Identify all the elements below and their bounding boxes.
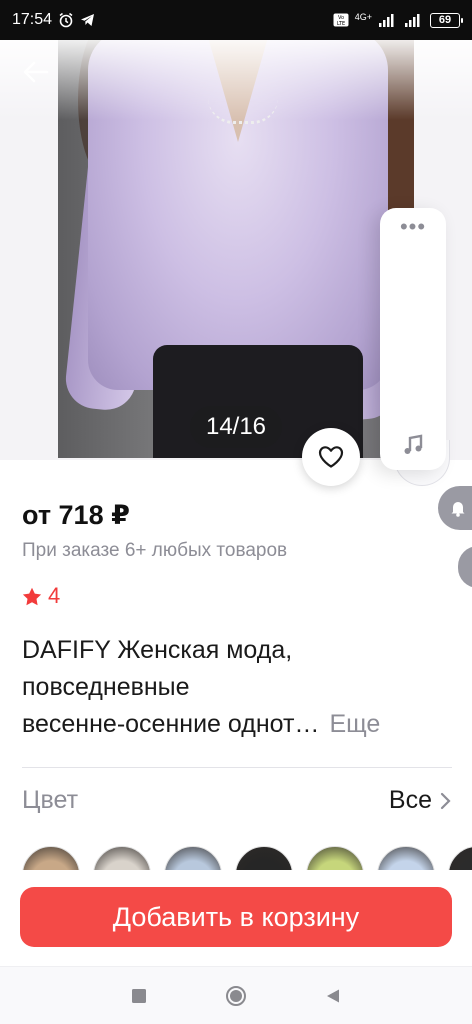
more-dots-icon[interactable]: ••• [380, 216, 446, 238]
rating-value: 4 [48, 583, 61, 608]
product-rating[interactable]: 4 [22, 583, 60, 609]
color-all-label: Все [388, 786, 432, 814]
title-line-3: весенне-осенние однот… Еще [22, 706, 452, 743]
battery-level: 69 [438, 14, 452, 26]
status-right: Vo LTE 4G+ 69 [333, 12, 463, 28]
support-float-button[interactable] [438, 486, 472, 530]
network-type: 4G+ [354, 12, 372, 22]
nav-square-icon [131, 988, 146, 1003]
system-nav-bar [0, 966, 472, 1024]
color-selector-header[interactable]: Цвет Все [22, 786, 452, 815]
title-line-3-text: весенне-осенние однот… [22, 710, 320, 738]
color-all-link[interactable]: Все [389, 786, 452, 815]
status-bar: 17:54 Vo LTE 4G+ 69 [0, 0, 472, 40]
add-to-cart-button[interactable]: Добавить в корзину [20, 887, 452, 947]
volte-icon: Vo LTE [333, 13, 349, 27]
nav-circle-icon [225, 985, 246, 1006]
secondary-float-button[interactable] [458, 546, 472, 588]
status-time: 17:54 [12, 11, 53, 28]
alarm-icon [58, 12, 74, 28]
signal-2-icon [404, 13, 424, 27]
product-price: от 718 ₽ [22, 500, 130, 530]
favorite-button[interactable] [302, 428, 360, 486]
status-left: 17:54 [12, 11, 95, 29]
product-title[interactable]: DAFIFY Женская мода, повседневные весенн… [22, 632, 452, 743]
nav-recents-button[interactable] [124, 981, 154, 1011]
divider [22, 767, 452, 768]
battery-icon: 69 [430, 12, 463, 28]
nav-home-button[interactable] [221, 981, 251, 1011]
svg-text:LTE: LTE [337, 21, 345, 27]
nav-back-button[interactable] [318, 981, 348, 1011]
signal-icon [378, 13, 398, 27]
heart-icon [318, 446, 344, 468]
title-line-2: повседневные [22, 673, 190, 701]
back-button[interactable] [18, 54, 54, 90]
bell-icon [451, 502, 465, 517]
more-link[interactable]: Еще [329, 710, 380, 738]
star-icon [22, 587, 42, 605]
title-line-1: DAFIFY Женская мода, [22, 636, 293, 664]
music-button[interactable] [398, 430, 428, 460]
telegram-icon [80, 13, 95, 27]
gallery-top-fade [0, 40, 472, 120]
music-note-icon [404, 434, 423, 454]
side-panel[interactable]: ••• [380, 208, 446, 470]
price-condition: При заказе 6+ любых товаров [22, 540, 288, 561]
back-arrow-icon [23, 61, 49, 83]
image-counter: 14/16 [190, 406, 282, 448]
nav-back-triangle-icon [327, 989, 340, 1002]
chevron-right-icon [440, 792, 451, 809]
color-label: Цвет [22, 786, 79, 814]
